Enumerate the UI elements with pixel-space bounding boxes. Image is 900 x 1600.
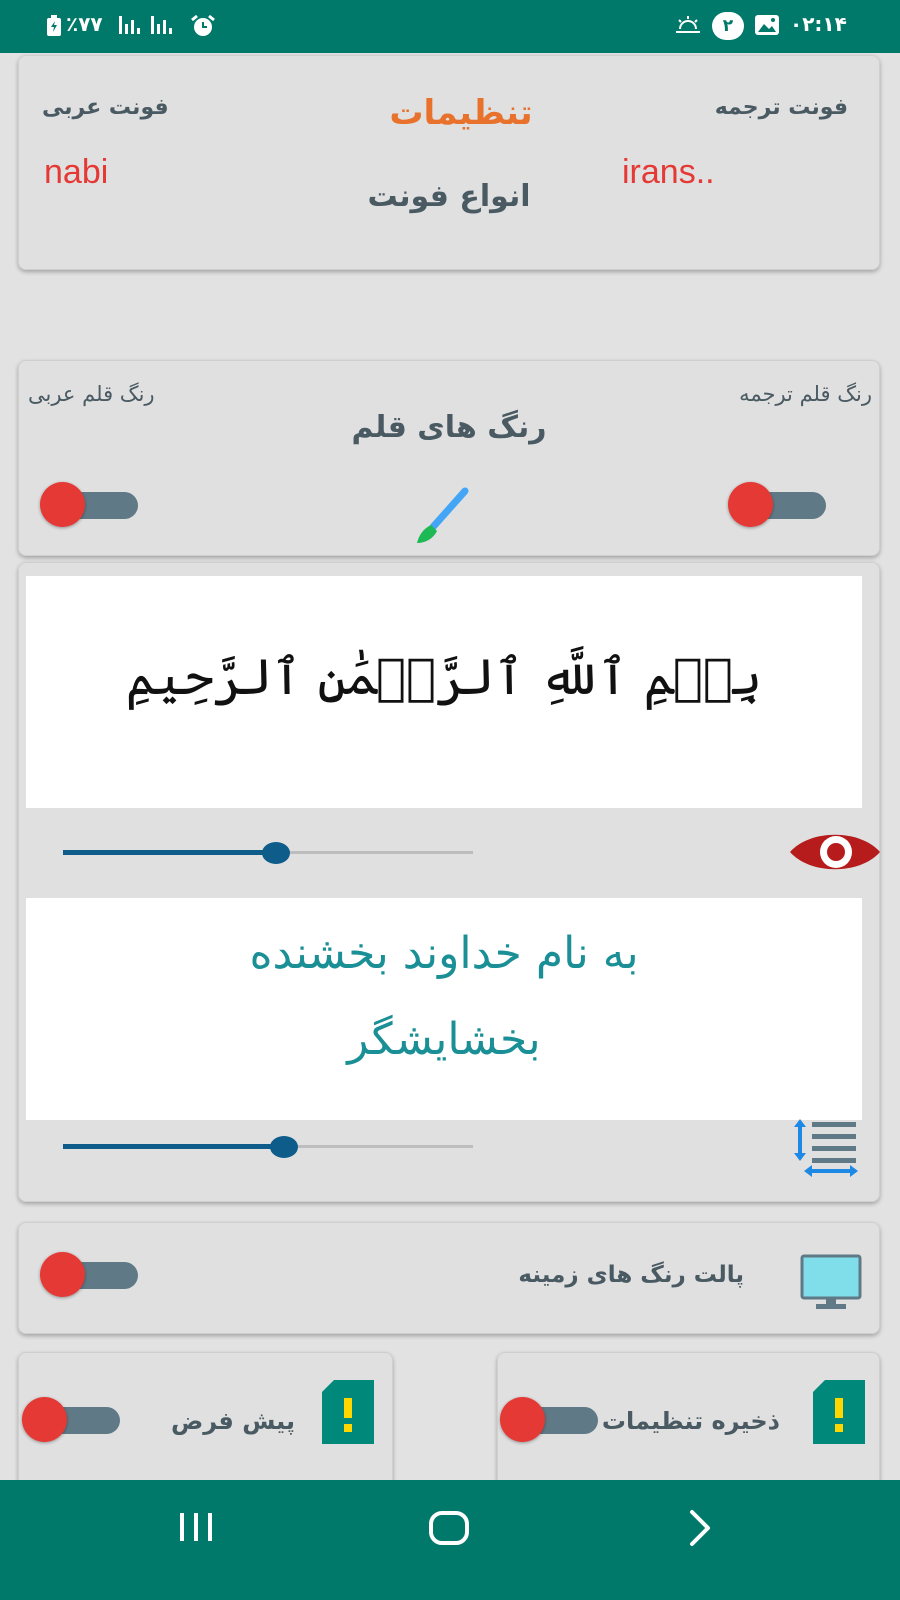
- signal-icon: [119, 16, 140, 34]
- navigation-bar: [0, 1480, 900, 1600]
- back-icon[interactable]: [686, 1508, 716, 1548]
- arabic-pen-color-label: رنگ قلم عربی: [28, 382, 155, 406]
- translation-pen-color-toggle[interactable]: [728, 482, 828, 528]
- toggle-knob: [728, 482, 773, 527]
- paintbrush-icon[interactable]: [413, 485, 473, 547]
- font-types-subtitle: انواع فونت: [367, 179, 531, 214]
- default-settings-label: پیش فرض: [170, 1407, 295, 1435]
- home-icon[interactable]: [428, 1510, 470, 1546]
- pen-colors-title: رنگ های قلم: [351, 410, 547, 445]
- notification-badge-icon: ۲: [712, 12, 744, 40]
- line-spacing-icon[interactable]: [790, 1117, 862, 1177]
- slider-thumb[interactable]: [262, 842, 290, 864]
- translation-font-value[interactable]: irans..: [622, 153, 715, 192]
- arabic-pen-color-toggle[interactable]: [40, 482, 140, 528]
- save-settings-label: ذخیره تنظیمات: [601, 1407, 780, 1435]
- battery-icon: [47, 15, 61, 36]
- alarm-icon: [191, 14, 215, 36]
- slider-fill: [63, 1144, 284, 1149]
- notification-count: ۲: [722, 16, 734, 36]
- arabic-preview-box: بِسۡمِ ٱللَّهِ ٱلرَّحۡمَٰنِ ٱلرَّحِيمِ: [26, 576, 862, 808]
- default-settings-card: پیش فرض: [18, 1352, 393, 1492]
- preview-card: بِسۡمِ ٱللَّهِ ٱلرَّحۡمَٰنِ ٱلرَّحِيمِ ب…: [18, 562, 880, 1202]
- slider-fill: [63, 850, 276, 855]
- status-bar: ٪۷۷ ۲ ۰۲:۱۴: [0, 0, 900, 53]
- eye-icon[interactable]: [788, 827, 882, 877]
- toggle-knob: [500, 1397, 545, 1442]
- sd-card-alert-icon[interactable]: [320, 1380, 376, 1446]
- battery-percent: ٪۷۷: [66, 12, 103, 36]
- gallery-icon: [755, 15, 779, 35]
- background-palette-card: پالت رنگ های زمینه: [18, 1222, 880, 1334]
- monitor-icon[interactable]: [800, 1254, 862, 1312]
- translation-preview-line-1: به نام خداوند بخشنده: [249, 928, 639, 979]
- slider-thumb[interactable]: [270, 1136, 298, 1158]
- save-settings-toggle[interactable]: [500, 1397, 600, 1443]
- status-time: ۰۲:۱۴: [790, 12, 847, 36]
- signal-icon: [151, 16, 172, 34]
- save-settings-card: ذخیره تنظیمات: [497, 1352, 880, 1492]
- translation-size-slider[interactable]: [63, 1132, 473, 1162]
- translation-preview-box: به نام خداوند بخشنده بخشایشگر: [26, 898, 862, 1120]
- translation-font-label: فونت ترجمه: [714, 95, 848, 120]
- sd-card-alert-icon[interactable]: [811, 1380, 867, 1446]
- arabic-font-label: فونت عربی: [42, 95, 169, 120]
- fonts-card: تنظیمات انواع فونت فونت عربی nabi فونت ت…: [18, 55, 880, 270]
- arabic-preview-text: بِسۡمِ ٱللَّهِ ٱلرَّحۡمَٰنِ ٱلرَّحِيمِ: [125, 648, 763, 706]
- arabic-size-slider[interactable]: [63, 838, 473, 868]
- translation-preview-line-2: بخشایشگر: [347, 1014, 541, 1065]
- arabic-font-value[interactable]: nabi: [44, 153, 108, 192]
- toggle-knob: [40, 1252, 85, 1297]
- translation-pen-color-label: رنگ قلم ترجمه: [739, 382, 872, 406]
- toggle-knob: [22, 1397, 67, 1442]
- default-settings-toggle[interactable]: [22, 1397, 122, 1443]
- background-palette-label: پالت رنگ های زمینه: [518, 1262, 744, 1288]
- background-palette-toggle[interactable]: [40, 1252, 140, 1298]
- weather-icon: [676, 16, 700, 33]
- pen-colors-card: رنگ قلم عربی رنگ های قلم رنگ قلم ترجمه: [18, 360, 880, 556]
- toggle-knob: [40, 482, 85, 527]
- recents-icon[interactable]: [176, 1510, 216, 1544]
